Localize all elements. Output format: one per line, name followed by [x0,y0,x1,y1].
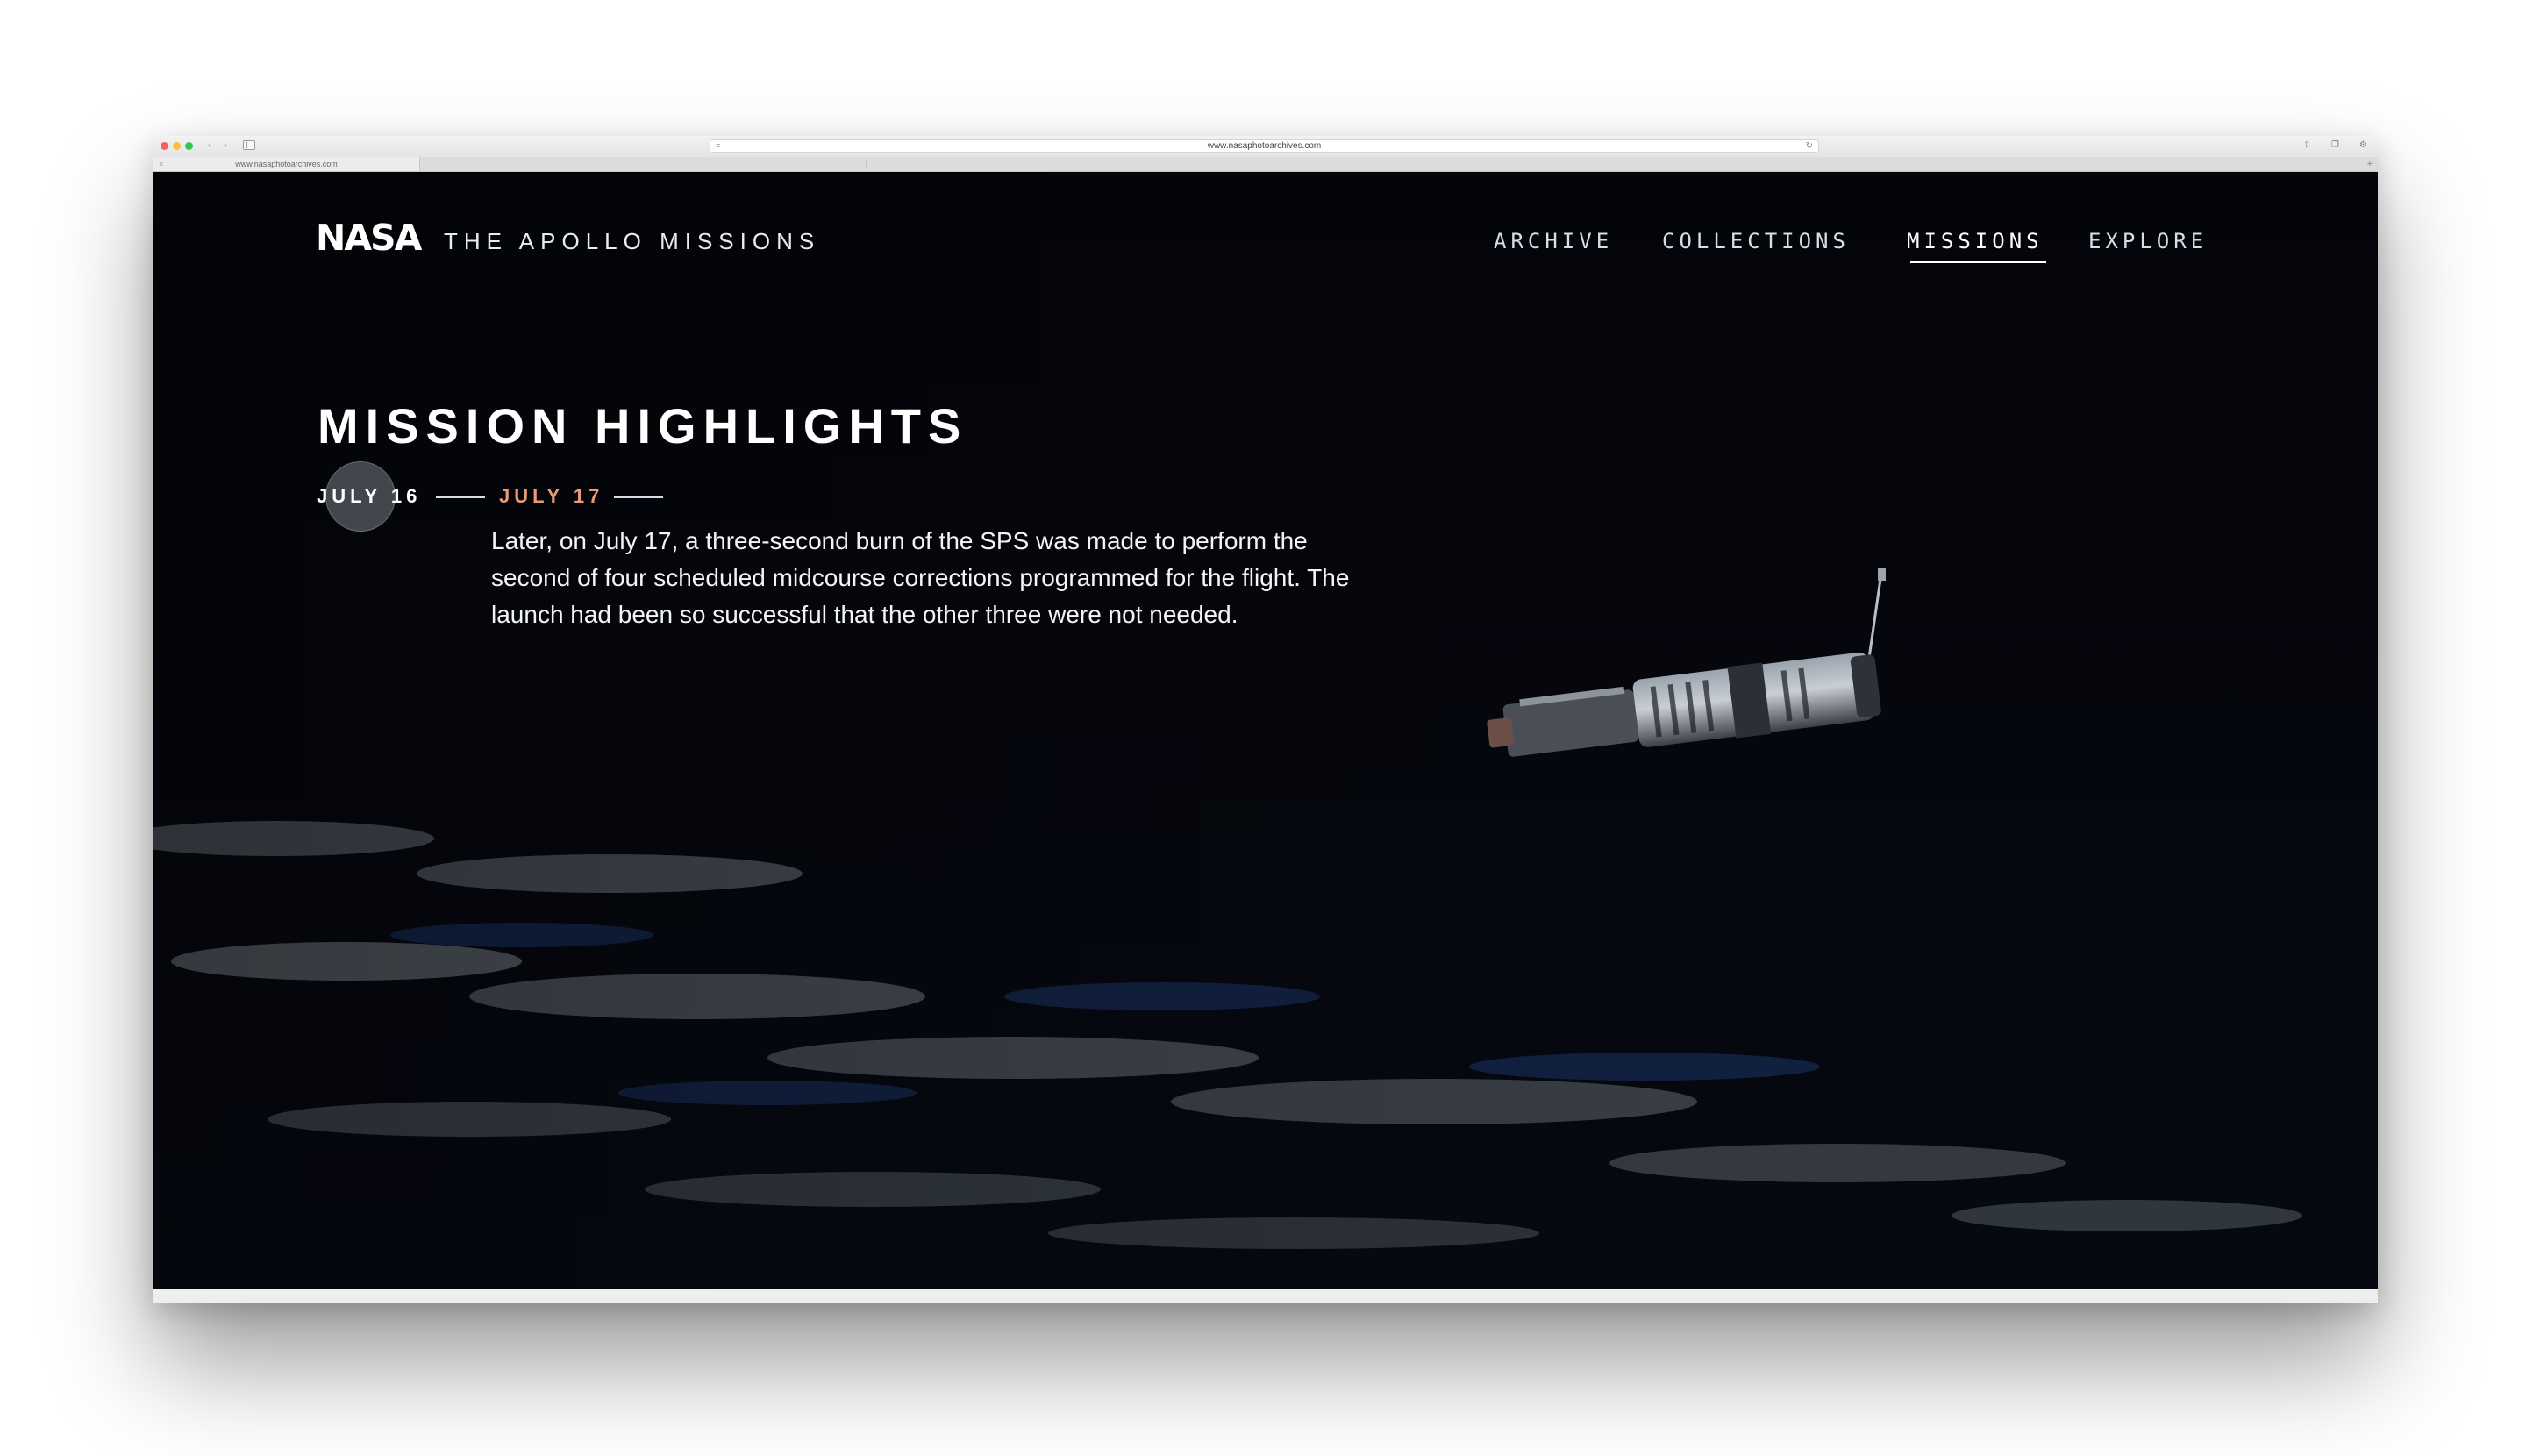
hero-section: NASA THE APOLLO MISSIONS ARCHIVE COLLECT… [153,172,2378,1289]
extension-icon[interactable]: ⚙ [2358,140,2369,151]
maximize-window-button[interactable] [185,142,193,150]
window-bottom-edge [153,1289,2378,1303]
share-icon[interactable]: ⇧ [2301,140,2313,151]
timeline-date-current[interactable]: JULY 17 [499,484,603,509]
site-title[interactable]: THE APOLLO MISSIONS [444,228,820,254]
active-nav-indicator [1910,261,2046,263]
nav-explore[interactable]: EXPLORE [2088,228,2208,254]
chevron-right-icon[interactable]: › [218,139,232,152]
tabs-icon[interactable]: ❐ [2330,140,2341,151]
sidebar-icon[interactable] [243,140,255,150]
close-window-button[interactable] [161,142,168,150]
spacecraft-image [1487,568,1886,757]
tab-title: www.nasaphotoarchives.com [235,160,338,168]
page-title: MISSION HIGHLIGHTS [318,398,968,453]
reload-icon[interactable]: ↻ [1806,140,1813,152]
timeline-connector [436,496,485,498]
nav-missions[interactable]: MISSIONS [1907,228,2044,254]
minimize-window-button[interactable] [173,142,181,150]
chevron-left-icon[interactable]: ‹ [203,139,217,152]
browser-window: ‹ › ≡ www.nasaphotoarchives.com ↻ ⇧ ❐ ⚙ … [153,136,2378,1303]
tab-divider [866,160,867,168]
nav-collections[interactable]: COLLECTIONS [1662,228,1850,254]
timeline-date-previous[interactable]: JULY 16 [317,484,421,509]
browser-toolbar: ‹ › ≡ www.nasaphotoarchives.com ↻ ⇧ ❐ ⚙ [153,136,2378,158]
new-tab-icon[interactable]: + [2367,157,2373,171]
highlight-description: Later, on July 17, a three-second burn o… [491,527,1350,628]
nasa-logo[interactable]: NASA [316,216,422,260]
browser-tab[interactable]: × www.nasaphotoarchives.com [153,157,420,171]
tab-bar: × www.nasaphotoarchives.com + [153,157,2378,172]
address-text: www.nasaphotoarchives.com [1207,141,1322,151]
nav-archive[interactable]: ARCHIVE [1494,228,1613,254]
address-bar[interactable]: ≡ www.nasaphotoarchives.com ↻ [710,139,1819,153]
image-overlay [153,172,2378,1289]
timeline-connector [614,496,663,498]
